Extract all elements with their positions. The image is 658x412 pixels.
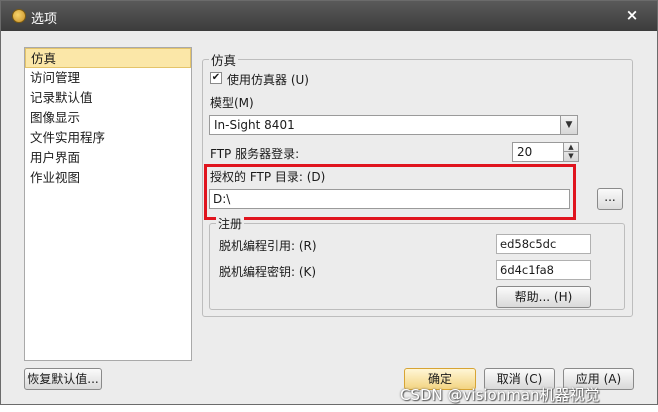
dialog-title: 选项	[31, 12, 58, 27]
increment-icon[interactable]: ▲	[564, 143, 578, 152]
csdn-watermark: CSDN @visionman机器视觉	[400, 386, 600, 404]
browse-button[interactable]: ...	[597, 188, 623, 210]
category-item-file-utilities[interactable]: 文件实用程序	[25, 128, 191, 148]
options-dialog: 选项 × 仿真 访问管理 记录默认值 图像显示 文件实用程序 用户界面 作业视图…	[0, 0, 658, 405]
decrement-icon[interactable]: ▼	[564, 152, 578, 161]
title-bar[interactable]: 选项 ×	[1, 1, 657, 31]
offline-ref-field[interactable]: ed58c5dc	[496, 234, 591, 254]
red-highlight-annotation	[204, 164, 576, 220]
app-logo-icon	[12, 9, 26, 23]
category-item-logging-defaults[interactable]: 记录默认值	[25, 88, 191, 108]
close-icon[interactable]: ×	[623, 6, 641, 24]
use-emulator-label[interactable]: 使用仿真器 (U)	[227, 71, 309, 88]
category-item-job-view[interactable]: 作业视图	[25, 168, 191, 188]
offline-ref-label: 脱机编程引用: (R)	[219, 239, 317, 253]
ftp-login-label: FTP 服务器登录:	[210, 147, 300, 161]
ftp-login-stepper[interactable]: ▲ ▼	[563, 142, 579, 162]
restore-defaults-button[interactable]: 恢复默认值...	[24, 368, 102, 390]
registration-group-title: 注册	[216, 215, 245, 232]
chevron-down-icon[interactable]: ▼	[560, 116, 577, 134]
emulation-group-title: 仿真	[209, 50, 239, 69]
help-button[interactable]: 帮助... (H)	[496, 286, 591, 308]
ftp-login-spinbox[interactable]: 20	[512, 142, 564, 162]
checkmark-icon: ✔	[211, 72, 221, 83]
category-item-access-management[interactable]: 访问管理	[25, 68, 191, 88]
offline-key-field[interactable]: 6d4c1fa8	[496, 260, 591, 280]
use-emulator-checkbox[interactable]: ✔	[210, 72, 222, 84]
model-select[interactable]: In-Sight 8401 ▼	[209, 115, 578, 135]
model-select-value: In-Sight 8401	[214, 118, 295, 132]
offline-key-label: 脱机编程密钥: (K)	[219, 265, 317, 279]
model-label: 模型(M)	[210, 96, 254, 110]
category-item-emulation[interactable]: 仿真	[25, 48, 191, 68]
category-item-user-interface[interactable]: 用户界面	[25, 148, 191, 168]
category-list: 仿真 访问管理 记录默认值 图像显示 文件实用程序 用户界面 作业视图	[24, 47, 192, 361]
category-item-image-display[interactable]: 图像显示	[25, 108, 191, 128]
